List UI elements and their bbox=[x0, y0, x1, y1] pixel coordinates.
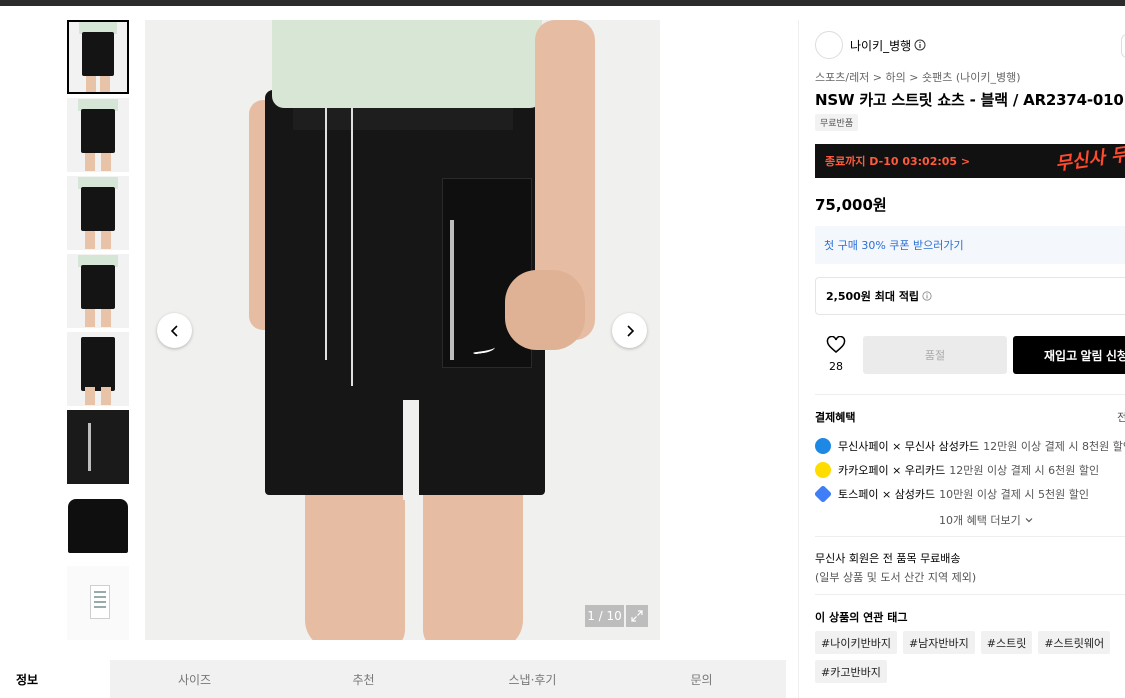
next-image-button[interactable] bbox=[612, 313, 647, 348]
thumbnail-8[interactable] bbox=[67, 566, 129, 640]
image-counter: 1 / 10 bbox=[585, 605, 624, 627]
brand-row[interactable]: 나이키_병행 bbox=[815, 31, 926, 59]
info-icon[interactable] bbox=[922, 291, 932, 301]
thumbnail-4[interactable] bbox=[67, 254, 129, 328]
previous-image-button[interactable] bbox=[157, 313, 192, 348]
kakao-pay-icon bbox=[815, 462, 831, 478]
product-title: NSW 카고 스트릿 쇼츠 - 블랙 / AR2374-010 bbox=[815, 91, 1124, 109]
tab-recommend[interactable]: 추천 bbox=[279, 660, 448, 698]
brand-logo[interactable] bbox=[815, 31, 843, 59]
thumbnail-3[interactable] bbox=[67, 176, 129, 250]
section-tabs: 정보 사이즈 추천 스냅·후기 문의 bbox=[0, 660, 786, 698]
tag-chip[interactable]: #스트릿 bbox=[980, 631, 1033, 654]
thumbnail-6[interactable] bbox=[67, 410, 129, 484]
payment-benefits-more[interactable]: 전 bbox=[1117, 409, 1125, 425]
thumbnail-2[interactable] bbox=[67, 98, 129, 172]
thumbnail-list bbox=[67, 20, 131, 644]
shipping-info: 무신사 회원은 전 품목 무료배송 bbox=[815, 552, 961, 565]
top-bar bbox=[0, 0, 1125, 6]
heart-icon bbox=[826, 335, 846, 353]
divider bbox=[815, 594, 1125, 595]
chevron-left-icon bbox=[170, 324, 178, 337]
toss-pay-icon bbox=[813, 484, 833, 504]
like-count: 28 bbox=[829, 360, 843, 373]
tag-chip[interactable]: #남자반바지 bbox=[902, 631, 975, 654]
like-button[interactable]: 28 bbox=[823, 335, 849, 373]
tag-chip[interactable]: #스트릿웨어 bbox=[1038, 631, 1111, 654]
fullscreen-button[interactable] bbox=[626, 605, 648, 627]
thumbnail-5[interactable] bbox=[67, 332, 129, 406]
chevron-down-icon bbox=[1025, 518, 1033, 523]
promo-logo: 무신사 무진 bbox=[1054, 141, 1125, 176]
tag-chip[interactable]: #나이키반바지 bbox=[815, 631, 897, 654]
chevron-right-icon bbox=[626, 324, 634, 337]
thumbnail-1[interactable] bbox=[67, 20, 129, 94]
brand-name[interactable]: 나이키_병행 bbox=[850, 37, 911, 54]
tab-size[interactable]: 사이즈 bbox=[110, 660, 279, 698]
payment-benefit-item: 카카오페이 × 우리카드 12만원 이상 결제 시 6천원 할인 bbox=[815, 458, 1125, 482]
payment-benefit-item: 무신사페이 × 무신사 삼성카드 12만원 이상 결제 시 8천원 할인 bbox=[815, 434, 1125, 458]
tab-snap-review[interactable]: 스냅·후기 bbox=[448, 660, 617, 698]
musinsa-pay-icon bbox=[815, 438, 831, 454]
tab-inquiry[interactable]: 문의 bbox=[617, 660, 786, 698]
sold-out-button[interactable]: 품절 bbox=[863, 336, 1007, 374]
restock-alert-button[interactable]: 재입고 알림 신청 bbox=[1013, 336, 1125, 374]
info-icon[interactable] bbox=[914, 39, 926, 51]
breadcrumb[interactable]: 스포츠/레저 > 하의 > 숏팬츠 (나이키_병행) bbox=[815, 69, 1021, 85]
promo-countdown: 종료까지 D-10 03:02:05 > bbox=[825, 155, 971, 168]
related-tags: #나이키반바지 #남자반바지 #스트릿 #스트릿웨어 #카고반바지 bbox=[815, 631, 1115, 683]
main-product-image: 1 / 10 bbox=[145, 20, 660, 640]
payment-benefit-item: 토스페이 × 삼성카드 10만원 이상 결제 시 5천원 할인 bbox=[813, 482, 1125, 506]
points-box: 2,500원 최대 적립 bbox=[815, 277, 1125, 315]
shipping-note: (일부 상품 및 도서 산간 지역 제외) bbox=[815, 571, 977, 584]
divider bbox=[815, 536, 1125, 537]
divider bbox=[815, 394, 1125, 395]
points-text: 2,500원 최대 적립 bbox=[826, 290, 920, 303]
promo-banner[interactable]: 종료까지 D-10 03:02:05 > 무신사 무진 bbox=[815, 142, 1125, 178]
coupon-banner[interactable]: 첫 구매 30% 쿠폰 받으러가기 bbox=[815, 226, 1125, 264]
thumbnail-7[interactable] bbox=[67, 488, 129, 562]
free-return-badge: 무료반품 bbox=[815, 114, 859, 131]
tag-chip[interactable]: #카고반바지 bbox=[815, 660, 887, 683]
tab-info[interactable]: 정보 bbox=[0, 660, 110, 698]
payment-benefits-list: 무신사페이 × 무신사 삼성카드 12만원 이상 결제 시 8천원 할인 카카오… bbox=[813, 434, 1125, 506]
share-button[interactable] bbox=[1121, 34, 1125, 58]
price: 75,000원 bbox=[815, 196, 887, 214]
payment-benefits-title: 결제혜택 bbox=[815, 411, 856, 424]
more-benefits-button[interactable]: 10개 혜택 더보기 bbox=[939, 512, 1034, 528]
related-tags-title: 이 상품의 연관 태그 bbox=[815, 611, 908, 624]
product-info-panel: 나이키_병행 스포츠/레저 > 하의 > 숏팬츠 (나이키_병행) NSW 카고… bbox=[798, 20, 1125, 698]
expand-icon bbox=[631, 610, 643, 622]
